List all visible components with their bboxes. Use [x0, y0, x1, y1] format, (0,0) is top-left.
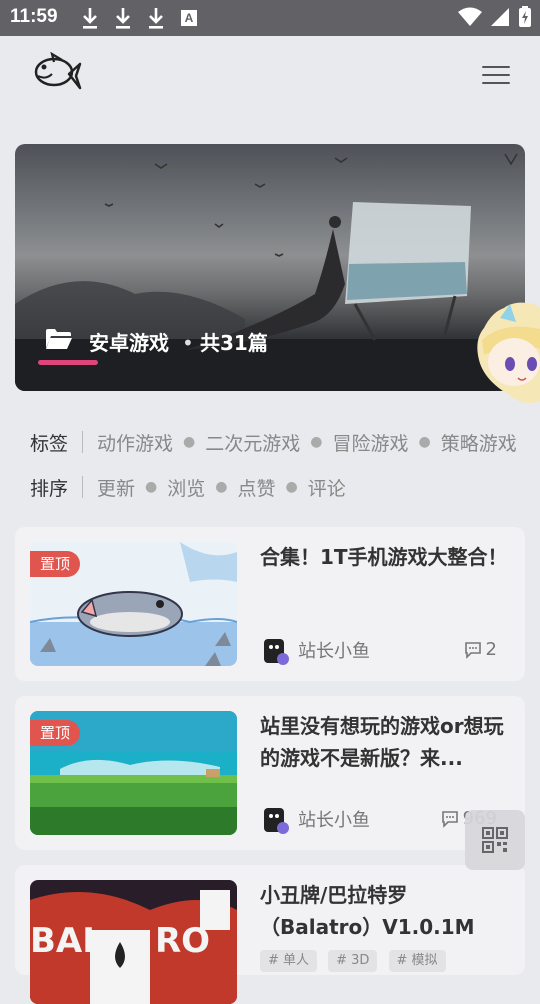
category-title: 安卓游戏	[89, 331, 169, 355]
category-banner: 安卓游戏 • 共31篇	[15, 144, 525, 391]
tag-anime-games[interactable]: 二次元游戏	[205, 429, 300, 456]
signal-icon	[491, 8, 509, 26]
bullet: ●	[145, 479, 158, 495]
a-notification-icon: A	[181, 10, 197, 26]
tags-filter-row: 标签 动作游戏 ● 二次元游戏 ● 冒险游戏 ● 策略游戏	[30, 426, 525, 458]
mascot-character[interactable]	[474, 300, 540, 410]
comment-icon	[441, 810, 458, 828]
bullet: ●	[183, 434, 196, 450]
post-tag[interactable]: # 模拟	[388, 950, 446, 972]
qr-code-button[interactable]	[465, 810, 525, 870]
tag-action-games[interactable]: 动作游戏	[97, 429, 173, 456]
sort-comments[interactable]: 评论	[308, 474, 346, 501]
post-card[interactable]: 置顶 站里没有想玩的游戏or想玩的游戏不是新版？来... 站长小鱼 969	[15, 696, 525, 850]
status-bar: 11:59 A	[0, 0, 540, 36]
battery-charging-icon	[519, 6, 531, 27]
post-count: 共31篇	[200, 331, 268, 355]
post-thumbnail[interactable]: BAL RO	[30, 880, 237, 1004]
author-name: 站长小鱼	[298, 641, 370, 662]
post-card[interactable]: 置顶 合集！1T手机游戏大整合！ 站长小鱼 2	[15, 527, 525, 681]
post-tags: # 单人 # 3D # 模拟	[260, 949, 452, 972]
comment-icon	[464, 641, 481, 659]
divider	[82, 431, 84, 453]
tags-label: 标签	[30, 432, 69, 455]
folder-open-icon	[46, 329, 72, 349]
hamburger-menu-icon[interactable]	[480, 60, 512, 88]
sort-updated[interactable]: 更新	[97, 474, 135, 501]
separator-dot: •	[182, 331, 194, 355]
wifi-icon	[458, 7, 482, 26]
post-tag[interactable]: # 单人	[260, 950, 318, 972]
author-avatar	[264, 808, 289, 834]
post-author[interactable]: 站长小鱼	[260, 635, 370, 665]
comment-count[interactable]: 2	[464, 639, 497, 660]
author-name: 站长小鱼	[298, 810, 370, 831]
sort-filter-row: 排序 更新 ● 浏览 ● 点赞 ● 评论	[30, 471, 346, 503]
tag-strategy-games[interactable]: 策略游戏	[441, 429, 517, 456]
post-card[interactable]: BAL RO 小丑牌/巴拉特罗（Balatro）V1.0.1M 附... # 单…	[15, 865, 525, 1004]
download-icon	[116, 8, 130, 29]
tag-adventure-games[interactable]: 冒险游戏	[332, 429, 408, 456]
bullet: ●	[310, 434, 323, 450]
post-author[interactable]: 站长小鱼	[260, 804, 370, 834]
sort-label: 排序	[30, 477, 69, 500]
post-title[interactable]: 小丑牌/巴拉特罗（Balatro）V1.0.1M 附...	[260, 879, 510, 943]
post-title[interactable]: 站里没有想玩的游戏or想玩的游戏不是新版？来...	[260, 710, 510, 774]
sort-likes[interactable]: 点赞	[237, 474, 275, 501]
sort-views[interactable]: 浏览	[167, 474, 205, 501]
bullet: ●	[418, 434, 431, 450]
download-icon	[149, 8, 163, 29]
bullet: ●	[215, 479, 228, 495]
download-icon	[83, 8, 97, 29]
svg-text:BAL: BAL	[30, 921, 104, 961]
fish-logo-icon[interactable]	[32, 52, 82, 98]
svg-text:RO: RO	[155, 921, 210, 961]
post-tag[interactable]: # 3D	[328, 950, 378, 972]
status-time: 11:59	[10, 6, 58, 27]
pinned-badge: 置顶	[30, 720, 81, 746]
comment-count-value: 2	[485, 639, 497, 660]
qr-code-icon	[482, 827, 508, 853]
pinned-badge: 置顶	[30, 551, 81, 577]
divider	[82, 476, 84, 498]
header	[0, 36, 540, 116]
thumbnail-balatro-art: BAL RO	[30, 880, 237, 1004]
bullet: ●	[285, 479, 298, 495]
author-avatar	[264, 639, 289, 665]
post-title[interactable]: 合集！1T手机游戏大整合！	[260, 541, 510, 573]
banner-accent-bar	[38, 360, 98, 365]
